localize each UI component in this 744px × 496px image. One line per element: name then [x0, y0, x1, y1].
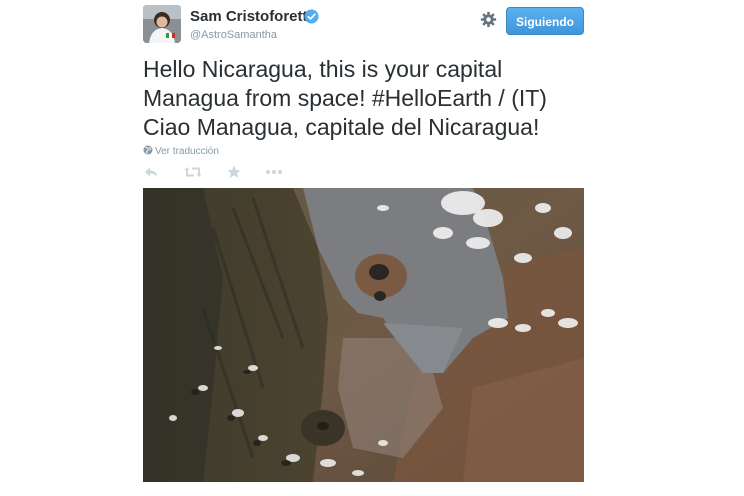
earth-photo: [143, 188, 584, 482]
verified-badge-icon: [304, 9, 319, 24]
following-button[interactable]: Siguiendo: [506, 7, 584, 35]
more-icon[interactable]: [265, 164, 283, 180]
tweet-text-segment: / (IT): [492, 85, 547, 111]
hashtag-link[interactable]: #HelloEarth: [372, 85, 492, 111]
tweet-text-segment: Managua from space!: [143, 85, 372, 111]
translate-label[interactable]: Ver traducción: [155, 146, 219, 157]
tweet-text-line: Managua from space! #HelloEarth / (IT): [143, 84, 593, 113]
tweet-text-line: Hello Nicaragua, this is your capital: [143, 56, 503, 82]
display-name[interactable]: Sam Cristoforetti: [190, 8, 312, 25]
globe-icon: [143, 145, 153, 155]
translate-link[interactable]: Ver traducción: [143, 145, 219, 157]
gear-icon[interactable]: [480, 11, 497, 28]
favorite-icon[interactable]: [226, 164, 242, 180]
reply-icon[interactable]: [143, 164, 159, 180]
retweet-icon[interactable]: [184, 164, 202, 180]
user-handle[interactable]: @AstroSamantha: [190, 29, 277, 41]
tweet-text-line: Ciao Managua, capitale del Nicaragua!: [143, 114, 540, 140]
tweet-text: Hello Nicaragua, this is your capital Ma…: [143, 55, 593, 142]
tweet-card: Sam Cristoforetti @AstroSamantha Siguien…: [0, 0, 744, 496]
tweet-photo[interactable]: [143, 188, 584, 482]
avatar[interactable]: [143, 5, 181, 43]
